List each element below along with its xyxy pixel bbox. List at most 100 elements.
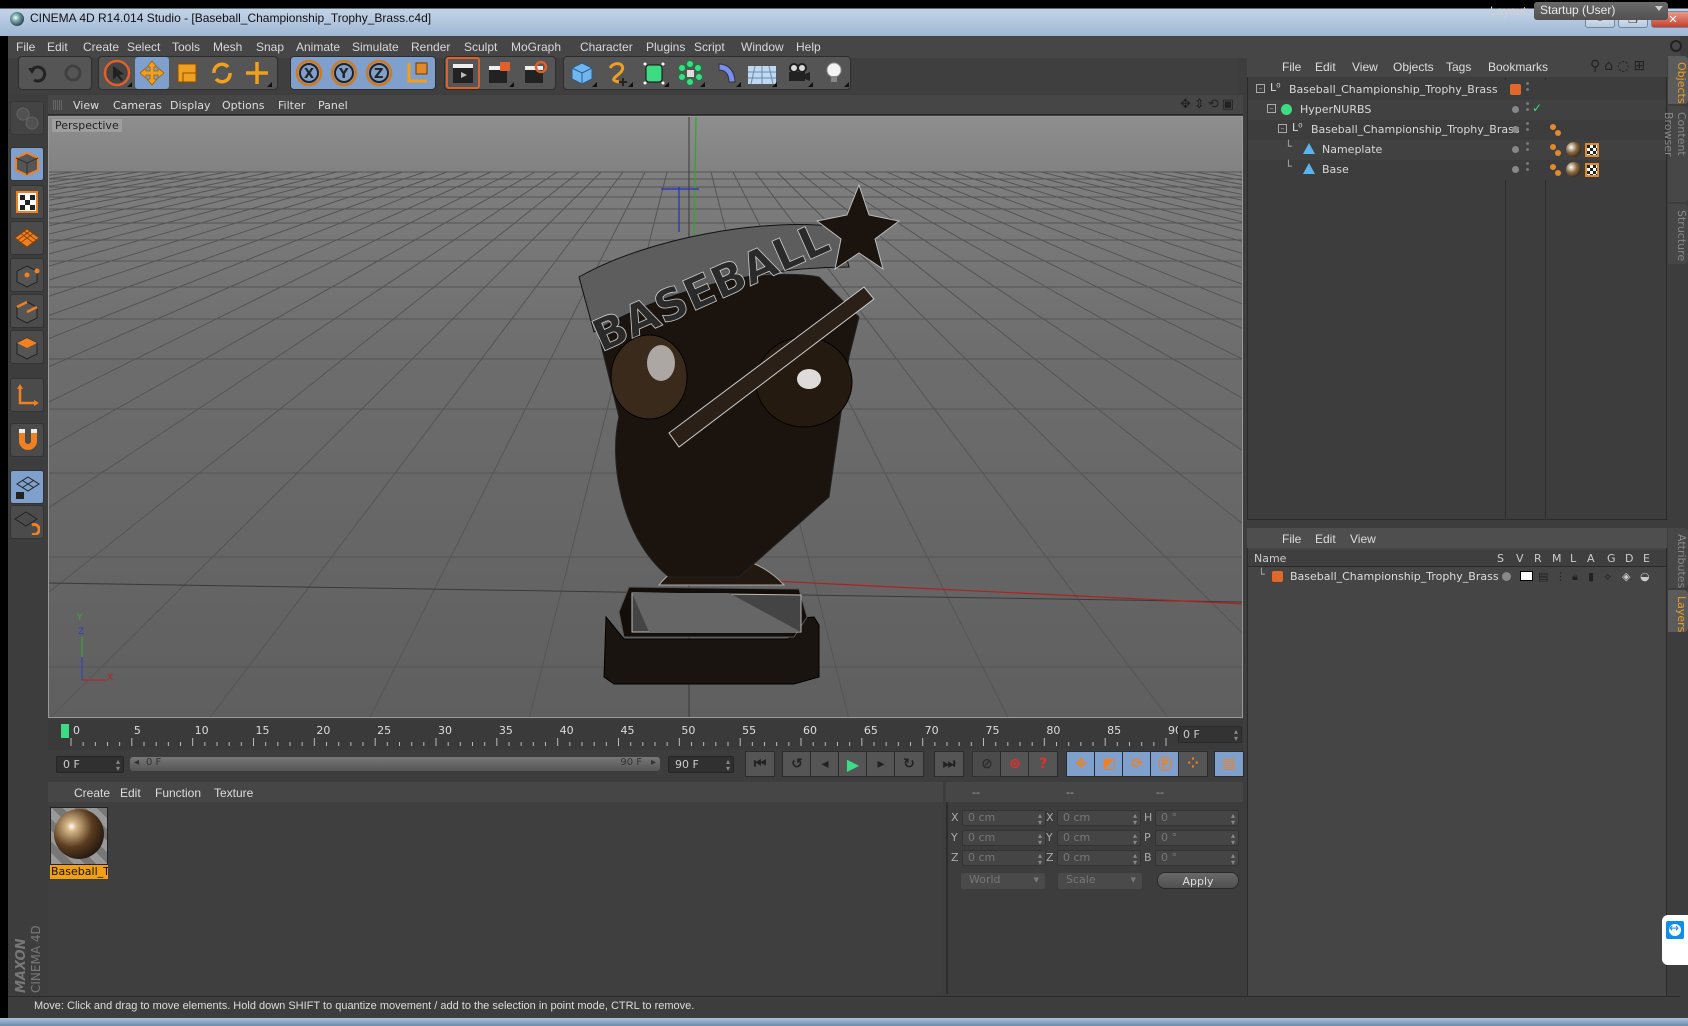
- tab-layers[interactable]: Layers: [1668, 590, 1688, 632]
- solo-toggle[interactable]: [1502, 572, 1511, 581]
- object-menu-file[interactable]: File: [1282, 60, 1301, 74]
- viewport-menu-view[interactable]: View: [73, 99, 99, 112]
- tab-objects[interactable]: Objects: [1668, 56, 1688, 104]
- menu-tools[interactable]: Tools: [172, 40, 200, 54]
- next-frame-button[interactable]: ▸: [866, 751, 896, 777]
- menu-snap[interactable]: Snap: [256, 40, 284, 54]
- menu-plugins[interactable]: Plugins: [646, 40, 685, 54]
- layer-col-v[interactable]: V: [1516, 552, 1524, 565]
- menu-animate[interactable]: Animate: [296, 40, 340, 54]
- lock-icon[interactable]: 🔒︎: [1572, 570, 1578, 584]
- perspective-viewport[interactable]: BASEBALL Y Z X: [48, 116, 1243, 718]
- z-axis-lock[interactable]: Z: [362, 57, 396, 89]
- search-icon[interactable]: ⚲: [1590, 58, 1604, 74]
- frame-range-slider[interactable]: ◂ 0 F 90 F ▸: [130, 757, 660, 771]
- phong-tag-icon[interactable]: [1550, 144, 1556, 150]
- layer-col-m[interactable]: M: [1552, 552, 1562, 565]
- uvw-tag-icon[interactable]: [1585, 163, 1599, 177]
- go-to-start-button[interactable]: ⏮: [745, 751, 775, 777]
- visibility-dot[interactable]: [1512, 166, 1519, 173]
- new-window-icon[interactable]: ⊞: [1633, 58, 1649, 74]
- menu-simulate[interactable]: Simulate: [352, 40, 399, 54]
- coord-field[interactable]: 0 cm ▴ ▾: [962, 850, 1046, 867]
- visibility-dot[interactable]: [1512, 126, 1519, 133]
- planar-workplane-button[interactable]: [10, 505, 44, 539]
- coord-field[interactable]: 0 ° ▴ ▾: [1155, 830, 1239, 847]
- orbit-icon[interactable]: ⟲: [1208, 97, 1222, 112]
- dolly-icon[interactable]: ⇕: [1194, 97, 1208, 112]
- render-settings-button[interactable]: [518, 57, 552, 89]
- layer-row[interactable]: └ Baseball_Championship_Trophy_Brass ▤ ⋮…: [1250, 568, 1664, 586]
- model-mode-button[interactable]: [10, 147, 44, 181]
- uvw-tag-icon[interactable]: [1585, 143, 1599, 157]
- menu-create[interactable]: Create: [83, 40, 119, 54]
- viewport-nav-icons[interactable]: ✥⇕⟲▣: [1180, 97, 1237, 112]
- object-name[interactable]: HyperNURBS: [1300, 103, 1371, 116]
- material-menu-edit[interactable]: Edit: [120, 786, 141, 800]
- timeline-ruler[interactable]: [48, 720, 1243, 750]
- live-selection-tool[interactable]: [100, 57, 134, 89]
- parameter-key-toggle[interactable]: Ⓟ: [1150, 751, 1180, 777]
- collapse-toggle-icon[interactable]: –: [1256, 84, 1265, 93]
- array-button[interactable]: [673, 57, 707, 89]
- menu-window[interactable]: Window: [741, 40, 784, 54]
- range-left-arrow[interactable]: ◂: [134, 757, 139, 768]
- layer-menu-file[interactable]: File: [1282, 532, 1301, 546]
- layer-menu-edit[interactable]: Edit: [1315, 532, 1336, 546]
- collapse-toggle-icon[interactable]: –: [1267, 104, 1276, 113]
- recent-tool[interactable]: [240, 57, 274, 89]
- layer-col-a[interactable]: A: [1587, 552, 1595, 565]
- render-picture-viewer-button[interactable]: [482, 57, 516, 89]
- phong-tag-icon[interactable]: [1550, 124, 1556, 130]
- menu-help[interactable]: Help: [796, 40, 821, 54]
- render-visibility-dots[interactable]: [1526, 162, 1529, 165]
- camera-button[interactable]: [781, 57, 815, 89]
- menu-script[interactable]: Script: [694, 40, 725, 54]
- teamviewer-tab[interactable]: [1662, 915, 1688, 965]
- pan-icon[interactable]: ✥: [1180, 97, 1194, 112]
- model-mode-scene-button[interactable]: [10, 101, 44, 135]
- coordinate-mode-select[interactable]: World ▾: [961, 873, 1045, 889]
- material-tag-icon[interactable]: [1566, 162, 1581, 177]
- manager-hierarchy-icon[interactable]: ⋮: [1555, 570, 1566, 583]
- layer-col-e[interactable]: E: [1643, 552, 1650, 565]
- layer-color-swatch[interactable]: [1510, 84, 1521, 95]
- layout-select[interactable]: Startup (User): [1534, 2, 1668, 20]
- layer-name[interactable]: Baseball_Championship_Trophy_Brass: [1290, 570, 1499, 583]
- material-menu-create[interactable]: Create: [74, 786, 110, 800]
- coordinate-size-select[interactable]: Scale ▾: [1058, 873, 1142, 889]
- coord-field[interactable]: 0 cm ▴ ▾: [1057, 830, 1141, 847]
- panel-grip-icon[interactable]: [53, 100, 63, 110]
- material-menu-function[interactable]: Function: [155, 786, 201, 800]
- y-axis-lock[interactable]: Y: [327, 57, 361, 89]
- visibility-dot[interactable]: [1512, 146, 1519, 153]
- coordinate-system-toggle[interactable]: [400, 57, 434, 89]
- viewport-menu-display[interactable]: Display: [170, 99, 211, 112]
- object-row[interactable]: – HyperNURBS ✓: [1248, 100, 1666, 120]
- phong-tag-icon[interactable]: [1550, 164, 1556, 170]
- expression-icon[interactable]: ◒: [1640, 570, 1650, 583]
- current-frame-field[interactable]: 0 F ▴ ▾: [1178, 726, 1242, 743]
- tab-attributes[interactable]: Attributes: [1668, 528, 1688, 588]
- visible-eye-icon[interactable]: [1520, 571, 1533, 581]
- viewport-menu-panel[interactable]: Panel: [318, 99, 348, 112]
- axis-mode-button[interactable]: [10, 378, 44, 412]
- render-view-button[interactable]: [446, 57, 480, 89]
- coord-field[interactable]: 0 ° ▴ ▾: [1155, 810, 1239, 827]
- points-mode-button[interactable]: [10, 258, 44, 292]
- menu-mograph[interactable]: MoGraph: [511, 40, 561, 54]
- cube-button[interactable]: [565, 57, 599, 89]
- eye-icon[interactable]: ◌: [1617, 58, 1633, 74]
- home-icon[interactable]: ⌂: [1604, 58, 1617, 74]
- layer-col-g[interactable]: G: [1607, 552, 1616, 565]
- object-menu-bookmarks[interactable]: Bookmarks: [1488, 60, 1548, 74]
- search-icon[interactable]: [1670, 40, 1682, 52]
- menu-render[interactable]: Render: [411, 40, 450, 54]
- deformer-icon[interactable]: ◈: [1622, 570, 1630, 583]
- scale-tool[interactable]: [170, 57, 204, 89]
- layer-col-l[interactable]: L: [1570, 552, 1576, 565]
- object-menu-edit[interactable]: Edit: [1315, 60, 1336, 74]
- render-visibility-dots[interactable]: [1526, 82, 1529, 85]
- menu-file[interactable]: File: [16, 40, 35, 54]
- go-to-next-key-button[interactable]: ↻: [894, 751, 924, 777]
